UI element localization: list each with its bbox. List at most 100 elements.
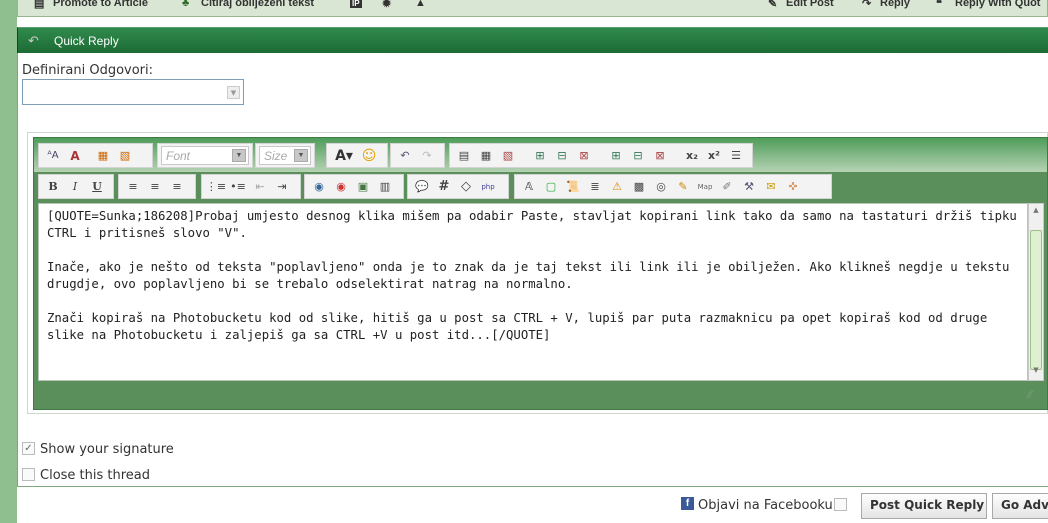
promote-to-article-link[interactable]: Promote to Article bbox=[53, 0, 148, 9]
size-select[interactable]: Size ▼ bbox=[259, 146, 311, 165]
col-before-icon[interactable]: ⊞ bbox=[605, 146, 627, 166]
code-hash-icon[interactable]: # bbox=[433, 177, 455, 197]
left-gutter bbox=[0, 0, 17, 523]
unlink-icon[interactable]: ◉ bbox=[330, 177, 352, 197]
show-signature-checkbox[interactable]: ✓ bbox=[22, 442, 35, 455]
facebook-label: Objavi na Facebooku bbox=[698, 498, 833, 513]
row-delete-icon[interactable]: ⊠ bbox=[573, 146, 595, 166]
table-insert-icon[interactable]: ▤ bbox=[453, 146, 475, 166]
toolbar-insert-group: ◉ ◉ ▣ ▥ bbox=[304, 174, 404, 199]
hide-icon[interactable]: ◎ bbox=[650, 177, 672, 197]
map-icon[interactable]: Map bbox=[694, 177, 716, 197]
page: ▤ Promote to Article ♣ Citiraj obilježen… bbox=[0, 0, 1048, 523]
reply-icon[interactable]: ↷ bbox=[862, 0, 871, 10]
toolbar-table-group: ▤ ▦ ▧ ⊞ ⊟ ⊠ ⊞ ⊟ ⊠ x₂ x² ☰ bbox=[449, 143, 753, 168]
post-action-bar: ▤ Promote to Article ♣ Citiraj obilježen… bbox=[17, 0, 1048, 17]
show-signature-label: Show your signature bbox=[40, 442, 174, 457]
warning-icon[interactable]: ▲ bbox=[415, 0, 426, 9]
list-icon[interactable]: ≣ bbox=[584, 177, 606, 197]
col-after-icon[interactable]: ⊟ bbox=[627, 146, 649, 166]
indent-icon[interactable]: ⇥ bbox=[271, 177, 293, 197]
text-color-icon[interactable]: A▾ bbox=[330, 146, 358, 166]
quick-reply-title: Quick Reply bbox=[54, 34, 119, 48]
reply-arrow-icon: ↶ bbox=[28, 33, 39, 48]
reply-quote-icon[interactable]: ❝ bbox=[936, 0, 942, 10]
promote-icon[interactable]: ▤ bbox=[34, 0, 44, 10]
toolbar-align-group: ≡ ≡ ≡ bbox=[118, 174, 196, 199]
html-code-icon[interactable]: ◇ bbox=[455, 177, 477, 197]
quick-reply-header: ↶ Quick Reply bbox=[17, 27, 1048, 53]
message-paragraph: [QUOTE=Sunka;186208]Probaj umjesto desno… bbox=[47, 209, 1025, 240]
edit-post-link[interactable]: Edit Post bbox=[786, 0, 834, 9]
edit-icon[interactable]: ✎ bbox=[768, 0, 777, 10]
subscript-icon[interactable]: x₂ bbox=[681, 146, 703, 166]
scroll-thumb[interactable] bbox=[1030, 230, 1042, 370]
undo-icon[interactable]: ↶ bbox=[394, 146, 416, 166]
paste-text-icon[interactable]: ▦ bbox=[92, 146, 114, 166]
strike-icon[interactable]: 𝔸 bbox=[518, 177, 540, 197]
reply-link[interactable]: Reply bbox=[880, 0, 910, 9]
table-props-icon[interactable]: ▦ bbox=[475, 146, 497, 166]
scroll-down-icon[interactable]: ▼ bbox=[1029, 366, 1043, 378]
post-quick-reply-button[interactable]: Post Quick Reply bbox=[861, 493, 987, 519]
brush-icon[interactable]: ✐ bbox=[716, 177, 738, 197]
align-center-icon[interactable]: ≡ bbox=[144, 177, 166, 197]
warning-bb-icon[interactable]: ⚠ bbox=[606, 177, 628, 197]
image-icon[interactable]: ▣ bbox=[352, 177, 374, 197]
smiley-icon[interactable]: ☺ bbox=[358, 146, 380, 166]
citiraj-link[interactable]: Citiraj obilježeni tekst bbox=[201, 0, 314, 9]
toolbar-list-group: ⋮≡ •≡ ⇤ ⇥ bbox=[201, 174, 301, 199]
align-right-icon[interactable]: ≡ bbox=[166, 177, 188, 197]
definirani-odgovori-select[interactable]: ▼ bbox=[22, 79, 244, 105]
ip-icon[interactable]: IP bbox=[350, 0, 362, 8]
close-thread-checkbox[interactable] bbox=[22, 468, 35, 481]
textarea-scrollbar[interactable]: ▲ ▼ bbox=[1028, 203, 1044, 381]
link-icon[interactable]: ◉ bbox=[308, 177, 330, 197]
scroll-up-icon[interactable]: ▲ bbox=[1029, 206, 1043, 218]
spam-icon[interactable]: ✹ bbox=[382, 0, 391, 10]
chevron-down-icon[interactable]: ▼ bbox=[227, 86, 240, 99]
clear-format-icon[interactable]: A bbox=[64, 146, 86, 166]
paste-word-icon[interactable]: ▧ bbox=[114, 146, 136, 166]
row-after-icon[interactable]: ⊟ bbox=[551, 146, 573, 166]
quote-icon[interactable]: 💬 bbox=[411, 177, 433, 197]
font-select[interactable]: Font ▼ bbox=[161, 146, 249, 165]
spoiler-icon[interactable]: ▩ bbox=[628, 177, 650, 197]
php-code-icon[interactable]: php bbox=[477, 177, 499, 197]
message-paragraph: Znači kopiraš na Photobucketu kod od sli… bbox=[47, 311, 995, 342]
toolbar-undo-group: ↶ ↷ bbox=[390, 143, 445, 168]
row-before-icon[interactable]: ⊞ bbox=[529, 146, 551, 166]
scroll-icon[interactable]: 📜 bbox=[562, 177, 584, 197]
pencil-icon[interactable]: ✎ bbox=[672, 177, 694, 197]
underline-icon[interactable]: U bbox=[86, 177, 108, 197]
resize-handle-icon[interactable]: ⁄⁄ bbox=[1028, 388, 1044, 404]
outdent-icon[interactable]: ⇤ bbox=[249, 177, 271, 197]
toolbar-size-group: Size ▼ bbox=[255, 143, 315, 168]
superscript-icon[interactable]: x² bbox=[703, 146, 725, 166]
quote-tree-icon[interactable]: ♣ bbox=[182, 0, 189, 9]
highlight-icon[interactable]: ▢ bbox=[540, 177, 562, 197]
mail-icon[interactable]: ✉ bbox=[760, 177, 782, 197]
bold-icon[interactable]: B bbox=[42, 177, 64, 197]
table-delete-icon[interactable]: ▧ bbox=[497, 146, 519, 166]
facebook-checkbox[interactable] bbox=[834, 498, 847, 511]
ordered-list-icon[interactable]: ⋮≡ bbox=[205, 177, 227, 197]
reply-with-quote-link[interactable]: Reply With Quot bbox=[955, 0, 1040, 9]
close-thread-label: Close this thread bbox=[40, 468, 151, 483]
video-icon[interactable]: ▥ bbox=[374, 177, 396, 197]
horizontal-rule-icon[interactable]: ☰ bbox=[725, 146, 747, 166]
puzzle-icon[interactable]: ✜ bbox=[782, 177, 804, 197]
tools-icon[interactable]: ⚒ bbox=[738, 177, 760, 197]
font-chevron-down-icon[interactable]: ▼ bbox=[232, 149, 246, 162]
italic-icon[interactable]: I bbox=[64, 177, 86, 197]
go-advanced-button[interactable]: Go Adv bbox=[992, 493, 1048, 519]
size-chevron-down-icon[interactable]: ▼ bbox=[294, 149, 308, 162]
col-delete-icon[interactable]: ⊠ bbox=[649, 146, 671, 166]
redo-icon[interactable]: ↷ bbox=[416, 146, 438, 166]
align-left-icon[interactable]: ≡ bbox=[122, 177, 144, 197]
message-textarea[interactable]: [QUOTE=Sunka;186208]Probaj umjesto desno… bbox=[38, 203, 1028, 381]
remove-format-icon[interactable]: ᴬA bbox=[42, 146, 64, 166]
unordered-list-icon[interactable]: •≡ bbox=[227, 177, 249, 197]
message-paragraph: Inače, ako je nešto od teksta "poplavlje… bbox=[47, 260, 1017, 291]
toolbar-color-group: A▾ ☺ bbox=[326, 143, 388, 168]
